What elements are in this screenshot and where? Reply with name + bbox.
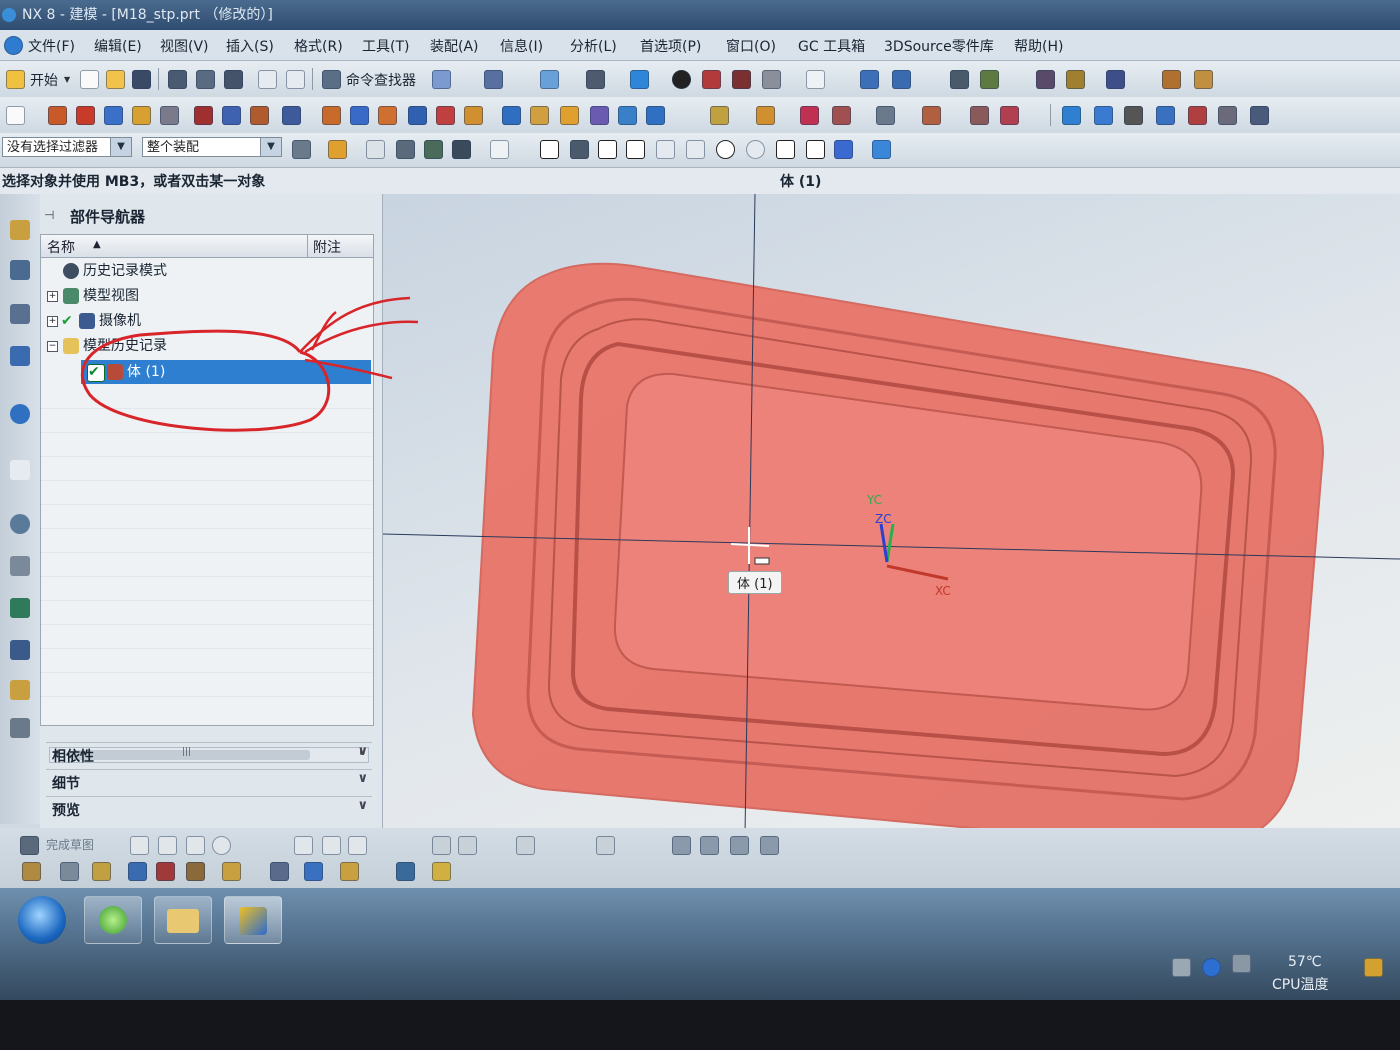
annotation-stroke [304,320,419,354]
red-annotation-overlay [80,296,419,432]
annotation-ellipse [80,329,331,432]
nx-window: NX 8 - 建模 - [M18_stp.prt （修改的）] 文件(F) 编辑… [0,0,1400,1000]
monitor-bezel [0,1000,1400,1050]
annotation-stroke [304,358,393,380]
